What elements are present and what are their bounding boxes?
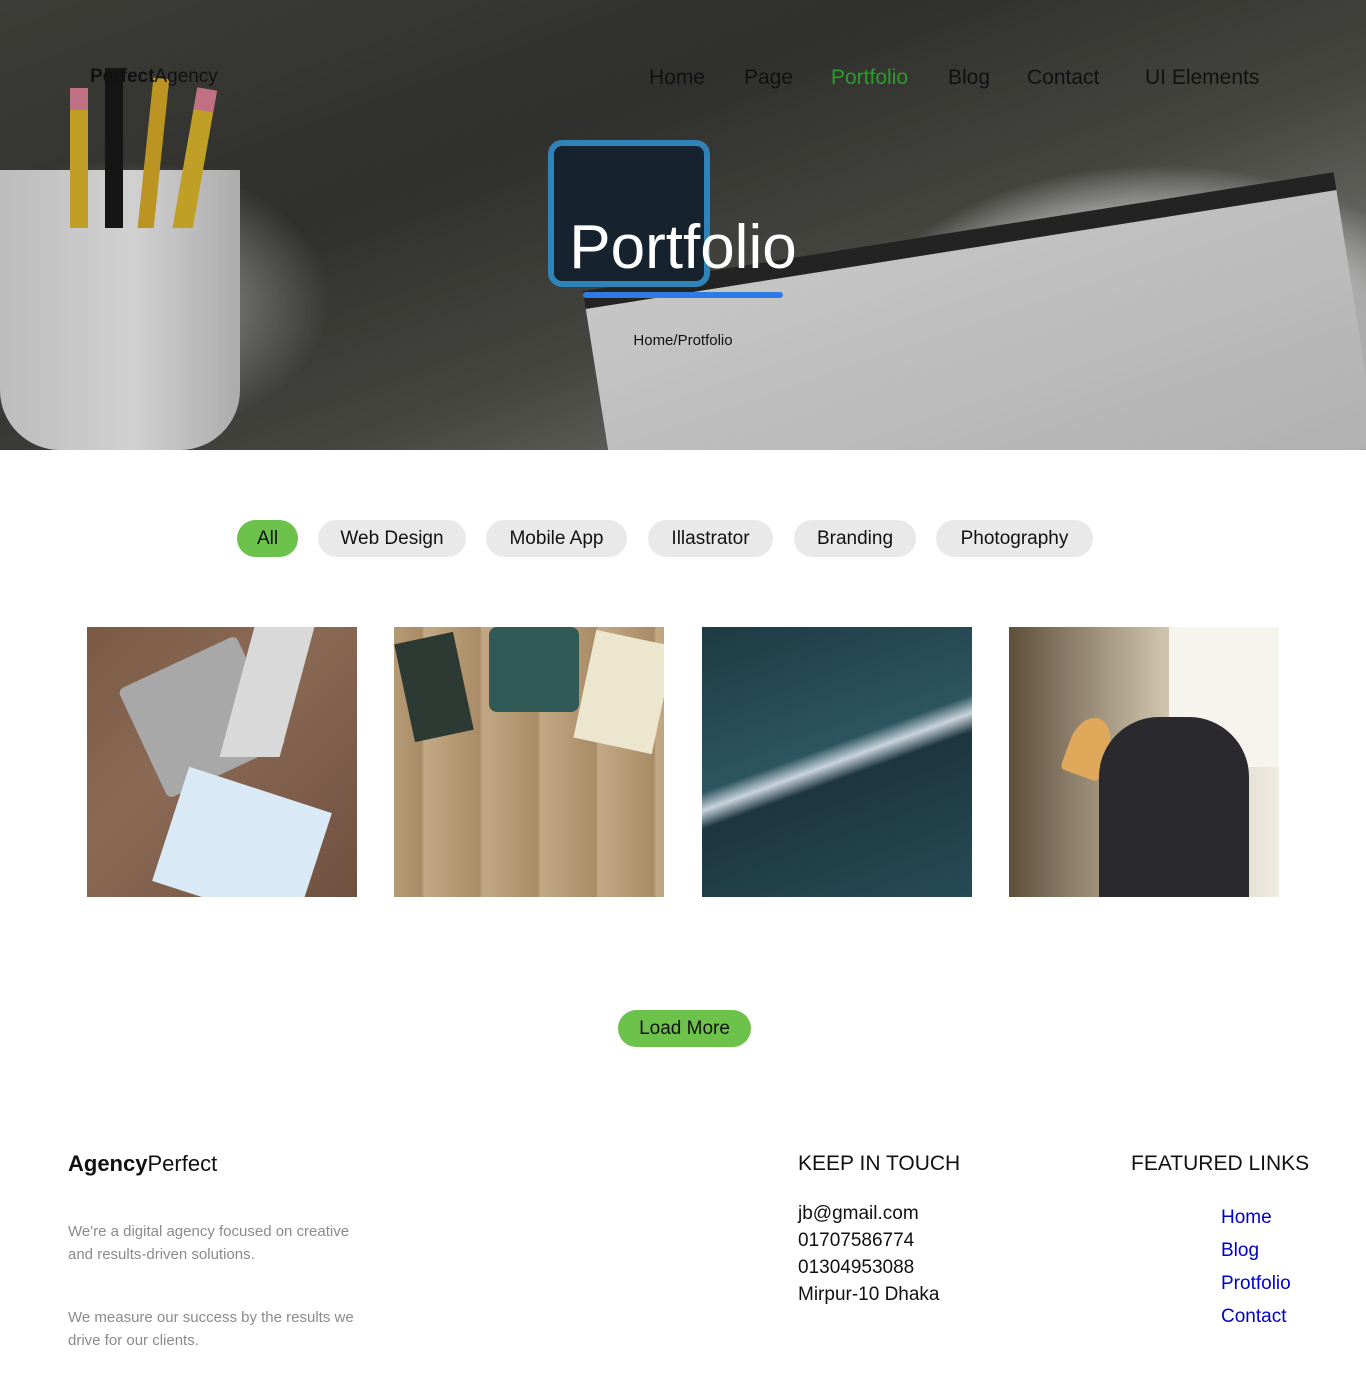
filter-mobile-app[interactable]: Mobile App	[486, 520, 627, 557]
person-shape	[1099, 717, 1249, 897]
contact-email: jb@gmail.com	[798, 1203, 919, 1224]
nav-portfolio[interactable]: Portfolio	[831, 64, 908, 92]
portfolio-item-laptop-desk[interactable]	[87, 627, 357, 897]
nav-home[interactable]: Home	[649, 64, 705, 92]
breadcrumb: Home/Protfolio	[633, 332, 733, 349]
notebook-shape	[573, 629, 664, 755]
contact-phone-2: 01304953088	[798, 1257, 915, 1278]
keep-in-touch-heading: KEEP IN TOUCH	[798, 1152, 961, 1175]
filter-all[interactable]: All	[237, 520, 298, 557]
filter-web-design[interactable]: Web Design	[318, 520, 466, 557]
footer-logo[interactable]: AgencyPerfect	[68, 1150, 217, 1178]
portfolio-item-skyscrapers[interactable]	[702, 627, 972, 897]
filter-branding[interactable]: Branding	[794, 520, 916, 557]
footer-link-protfolio[interactable]: Protfolio	[1221, 1271, 1291, 1297]
contact-address: Mirpur-10 Dhaka	[798, 1284, 940, 1305]
title-underline	[583, 292, 783, 298]
filter-illastrator[interactable]: Illastrator	[648, 520, 773, 557]
footer-link-blog[interactable]: Blog	[1221, 1238, 1259, 1264]
nav-ui-elements[interactable]: UI Elements	[1145, 64, 1259, 92]
nav-blog[interactable]: Blog	[948, 64, 990, 92]
footer-description-1: We're a digital agency focused on creati…	[68, 1223, 350, 1263]
filter-photography[interactable]: Photography	[936, 520, 1093, 557]
footer-link-contact[interactable]: Contact	[1221, 1304, 1286, 1330]
footer-logo-light: Perfect	[147, 1151, 218, 1176]
site-logo[interactable]: PerfectAgency	[90, 64, 218, 90]
hero-banner: PerfectAgency Home Page Portfolio Blog C…	[0, 0, 1366, 450]
footer-link-home[interactable]: Home	[1221, 1205, 1272, 1231]
book-shape	[394, 631, 474, 743]
contact-phone-1: 01707586774	[798, 1230, 915, 1251]
portfolio-item-person-desk[interactable]	[1009, 627, 1279, 897]
load-more-button[interactable]: Load More	[618, 1010, 751, 1047]
nav-page[interactable]: Page	[744, 64, 793, 92]
footer-logo-bold: Agency	[68, 1151, 148, 1176]
logo-bold-text: Perfect	[90, 66, 155, 87]
footer-description-2: We measure our success by the results we…	[68, 1309, 354, 1349]
typewriter-shape	[489, 627, 579, 712]
nav-contact[interactable]: Contact	[1027, 64, 1099, 92]
page-title: Portfolio	[569, 213, 797, 282]
logo-light-text: Agency	[154, 66, 218, 87]
portfolio-item-typewriter[interactable]	[394, 627, 664, 897]
featured-links-heading: FEATURED LINKS	[1131, 1152, 1310, 1175]
